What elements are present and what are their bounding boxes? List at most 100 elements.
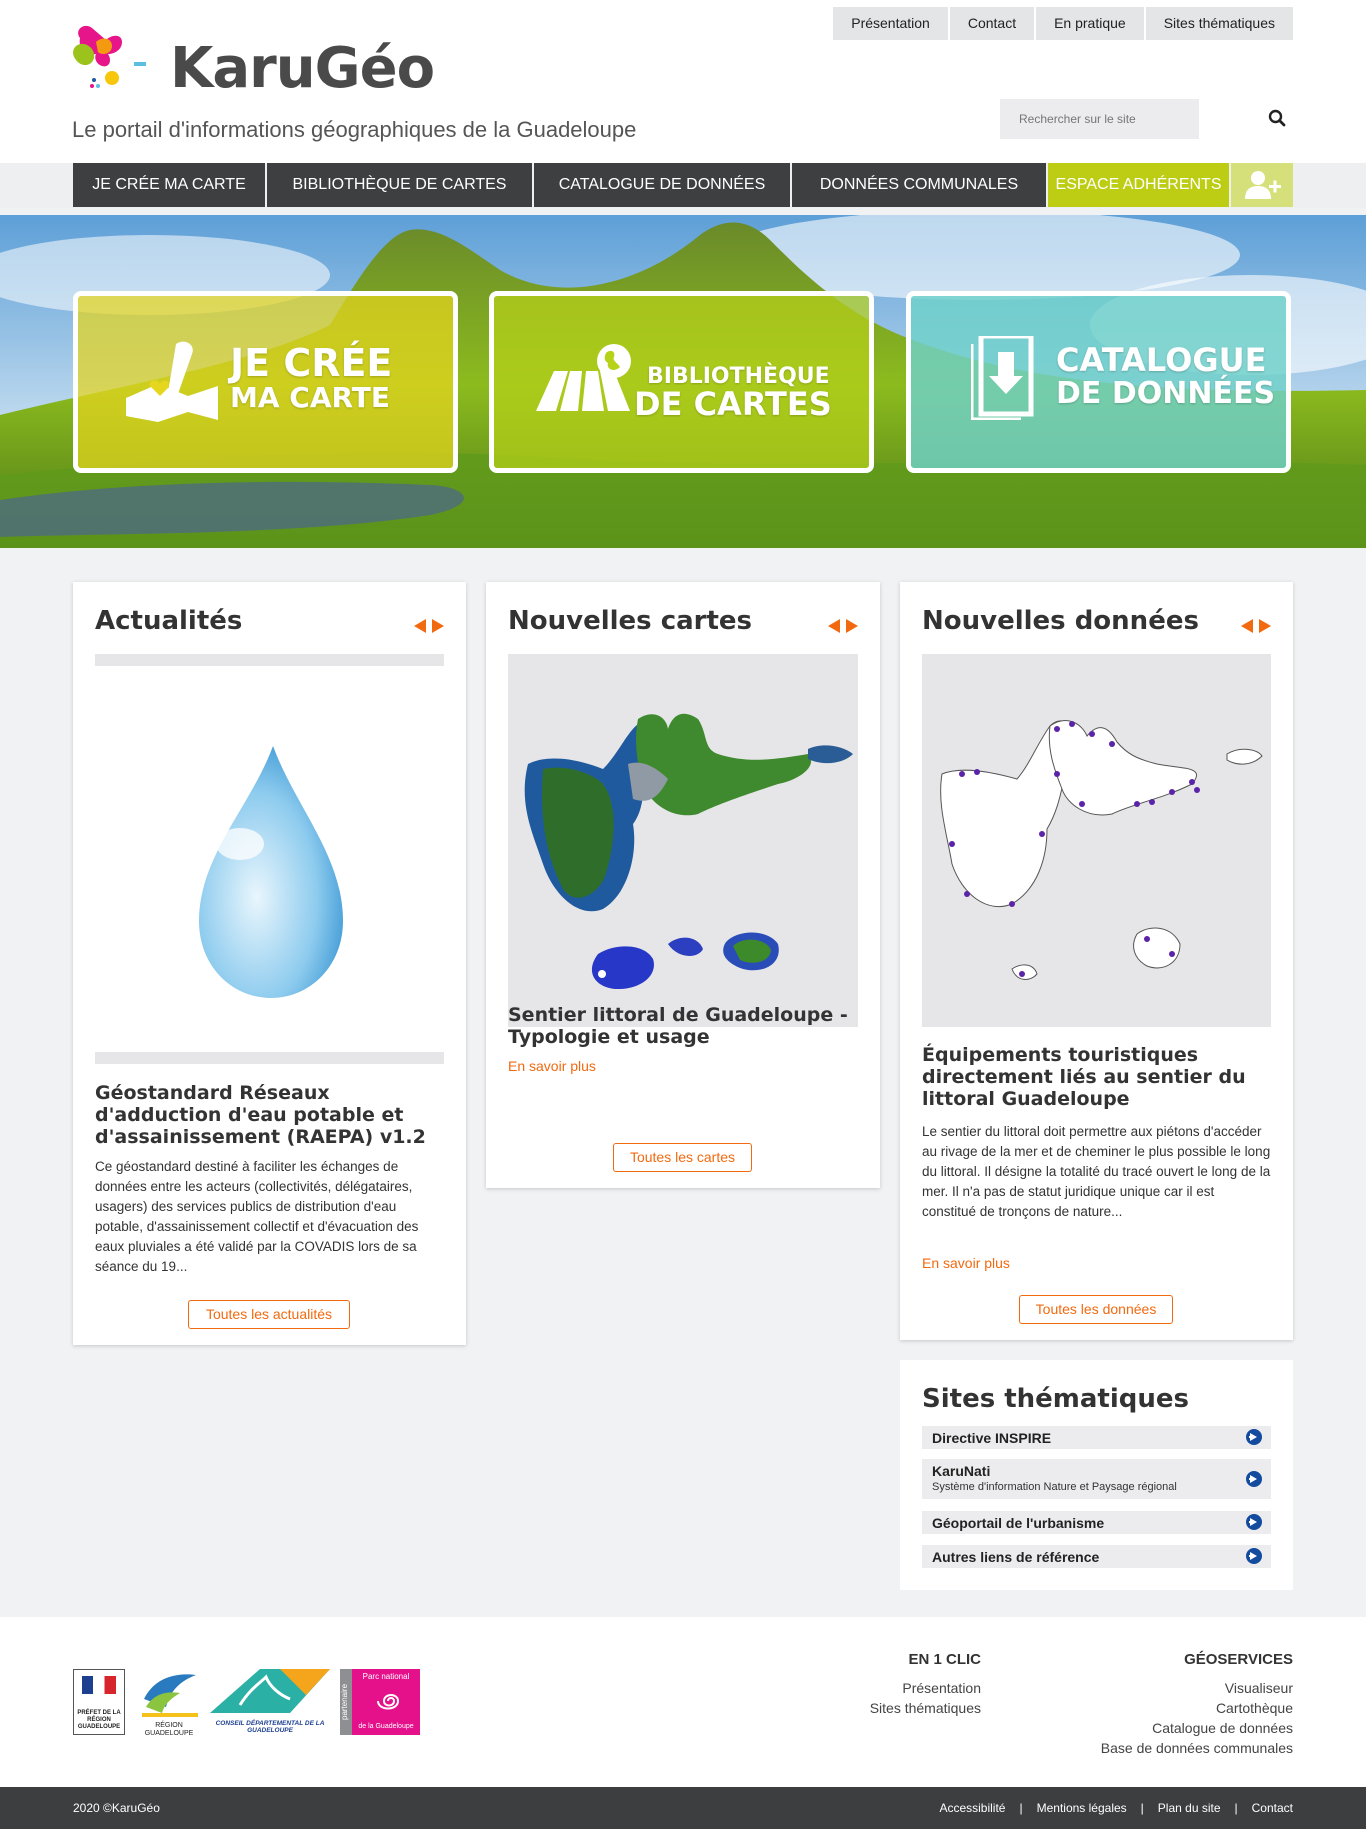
news-prev-arrow-icon[interactable]: [414, 619, 426, 633]
data-prev-arrow-icon[interactable]: [1241, 619, 1253, 633]
site-name: KaruGéo: [170, 36, 435, 101]
arrow-right-circle-icon: [1246, 1548, 1262, 1564]
footer-link-cartotheque[interactable]: Cartothèque: [1073, 1698, 1293, 1718]
news-image-top-bar: [95, 654, 444, 666]
new-maps-title: Nouvelles cartes: [508, 606, 753, 636]
tile-catalogue-line1: CATALOGUE: [1056, 341, 1267, 379]
all-data-button[interactable]: Toutes les données: [1019, 1295, 1173, 1324]
footer-col-en-1-clic: EN 1 CLIC Présentation Sites thématiques: [781, 1651, 981, 1718]
data-next-arrow-icon[interactable]: [1259, 619, 1271, 633]
maps-prev-arrow-icon[interactable]: [828, 619, 840, 633]
footer-link-base-donnees-communales[interactable]: Base de données communales: [1073, 1738, 1293, 1758]
data-item-title[interactable]: Équipements touristiques directement lié…: [922, 1044, 1271, 1110]
news-next-arrow-icon[interactable]: [432, 619, 444, 633]
arrow-right-circle-icon: [1246, 1514, 1262, 1530]
theme-link-karunati[interactable]: KaruNati Système d'information Nature et…: [922, 1459, 1271, 1499]
parc-national-name: Parc national: [362, 1672, 410, 1681]
map-item-title[interactable]: Sentier littoral de Guadeloupe - Typolog…: [508, 1004, 857, 1048]
tile-bibliotheque-de-cartes[interactable]: BIBLIOTHÈQUE DE CARTES: [489, 291, 874, 473]
mainnav-espace-adherents[interactable]: ESPACE ADHÉRENTS: [1048, 163, 1229, 207]
data-item-text: Le sentier du littoral doit permettre au…: [922, 1124, 1271, 1219]
tile-catalogue-line2: DE DONNÉES: [1056, 376, 1276, 411]
theme-link-label: Géoportail de l'urbanisme: [932, 1515, 1105, 1531]
theme-link-label: Directive INSPIRE: [932, 1430, 1052, 1446]
search-input[interactable]: [1000, 99, 1199, 139]
conseil-departemental-logo[interactable]: CONSEIL DÉPARTEMENTAL DE LA GUADELOUPE: [210, 1669, 330, 1735]
arrow-right-circle-icon: [1246, 1471, 1262, 1487]
parc-partner-tag: partenaire: [340, 1669, 352, 1735]
region-logo-mark-icon: [142, 1674, 198, 1717]
separator: |: [1234, 1801, 1238, 1815]
map-globe-icon: [536, 344, 631, 411]
add-user-icon[interactable]: [1231, 163, 1293, 207]
search-icon[interactable]: [1268, 109, 1288, 129]
data-read-more-link[interactable]: En savoir plus: [922, 1255, 1010, 1271]
tile-je-cree-line1: JE CRÉE: [230, 341, 393, 385]
theme-link-label: Autres liens de référence: [932, 1549, 1100, 1565]
topnav-presentation[interactable]: Présentation: [833, 7, 948, 40]
data-carousel-controls: [1241, 619, 1271, 633]
prefet-logo[interactable]: PRÉFET DE LA RÉGION GUADELOUPE: [73, 1669, 125, 1735]
guadeloupe-relief-map-image[interactable]: [508, 654, 858, 1027]
all-news-button[interactable]: Toutes les actualités: [188, 1300, 350, 1329]
tile-je-cree-ma-carte[interactable]: JE CRÉE MA CARTE: [73, 291, 458, 473]
mainnav-bibliotheque-de-cartes[interactable]: BIBLIOTHÈQUE DE CARTES: [267, 163, 532, 207]
footer-link-visualiseur[interactable]: Visualiseur: [1073, 1678, 1293, 1698]
topnav-sites-thematiques[interactable]: Sites thématiques: [1145, 7, 1293, 40]
tile-catalogue-de-donnees[interactable]: CATALOGUE DE DONNÉES: [906, 291, 1291, 473]
news-item-title[interactable]: Géostandard Réseaux d'adduction d'eau po…: [95, 1082, 444, 1148]
new-data-title: Nouvelles données: [922, 606, 1199, 636]
mainnav-je-cree-ma-carte[interactable]: JE CRÉE MA CARTE: [73, 163, 265, 207]
separator: |: [1140, 1801, 1144, 1815]
logo-mark-icon: [73, 25, 146, 88]
water-drop-image: [95, 666, 444, 1054]
tile-bibliotheque-line2: DE CARTES: [634, 385, 832, 423]
theme-link-label: KaruNati: [932, 1463, 991, 1479]
parc-national-logo[interactable]: partenaire Parc national de la Guadeloup…: [340, 1669, 420, 1735]
download-document-icon: [971, 336, 1034, 420]
site-logo[interactable]: KaruGéo: [72, 20, 472, 106]
map-read-more-link[interactable]: En savoir plus: [508, 1058, 596, 1074]
hero-banner: JE CRÉE MA CARTE BIBLIOTHÈQUE DE CARTES …: [0, 215, 1366, 548]
separator: |: [1019, 1801, 1023, 1815]
news-item-text: Ce géostandard destiné à faciliter les é…: [95, 1159, 419, 1274]
theme-link-autres-liens[interactable]: Autres liens de référence: [922, 1545, 1271, 1568]
link-contact[interactable]: Contact: [1252, 1801, 1293, 1815]
themes-title: Sites thématiques: [922, 1384, 1190, 1414]
footer-link-catalogue-de-donnees[interactable]: Catalogue de données: [1073, 1718, 1293, 1738]
mainnav-catalogue-de-donnees[interactable]: CATALOGUE DE DONNÉES: [534, 163, 790, 207]
link-plan-du-site[interactable]: Plan du site: [1158, 1801, 1221, 1815]
page: KaruGéo Le portail d'informations géogra…: [0, 0, 1366, 1829]
new-data-card: Nouvelles données Équipements touristiqu…: [900, 582, 1293, 1340]
copyright: 2020 ©KaruGéo: [73, 1801, 160, 1815]
footer-col-title: EN 1 CLIC: [908, 1651, 981, 1668]
parc-national-place: de la Guadeloupe: [358, 1723, 414, 1730]
theme-link-directive-inspire[interactable]: Directive INSPIRE: [922, 1426, 1271, 1449]
link-mentions-legales[interactable]: Mentions légales: [1037, 1801, 1127, 1815]
maps-carousel-controls: [828, 619, 858, 633]
bottom-bar: 2020 ©KaruGéo Accessibilité | Mentions l…: [0, 1787, 1366, 1829]
guadeloupe-points-map-image[interactable]: [922, 654, 1271, 1027]
news-image-bottom-bar: [95, 1052, 444, 1064]
footer-link-sites-thematiques[interactable]: Sites thématiques: [781, 1698, 981, 1718]
site-header: KaruGéo Le portail d'informations géogra…: [0, 0, 1366, 163]
footer-col-geoservices: GÉOSERVICES Visualiseur Cartothèque Cata…: [1073, 1651, 1293, 1758]
new-maps-card: Nouvelles cartes Sentier littoral de Gua…: [486, 582, 880, 1188]
top-navigation: Présentation Contact En pratique Sites t…: [833, 7, 1293, 40]
maps-next-arrow-icon[interactable]: [846, 619, 858, 633]
topnav-en-pratique[interactable]: En pratique: [1036, 7, 1144, 40]
legal-links: Accessibilité | Mentions légales | Plan …: [939, 1801, 1293, 1815]
topnav-contact[interactable]: Contact: [949, 7, 1035, 40]
region-guadeloupe-logo[interactable]: RÉGION GUADELOUPE: [136, 1669, 202, 1737]
mainnav-donnees-communales[interactable]: DONNÉES COMMUNALES: [792, 163, 1046, 207]
conseil-departemental-text: CONSEIL DÉPARTEMENTAL DE LA GUADELOUPE: [215, 1720, 325, 1734]
tile-je-cree-line2: MA CARTE: [230, 381, 391, 414]
news-title: Actualités: [95, 606, 243, 636]
main-navigation: JE CRÉE MA CARTE BIBLIOTHÈQUE DE CARTES …: [0, 163, 1366, 208]
all-maps-button[interactable]: Toutes les cartes: [613, 1143, 752, 1172]
footer-link-presentation[interactable]: Présentation: [781, 1678, 981, 1698]
theme-link-geoportail-urbanisme[interactable]: Géoportail de l'urbanisme: [922, 1511, 1271, 1534]
arrow-right-circle-icon: [1246, 1429, 1262, 1445]
map-pen-icon: [126, 341, 218, 422]
link-accessibilite[interactable]: Accessibilité: [939, 1801, 1005, 1815]
